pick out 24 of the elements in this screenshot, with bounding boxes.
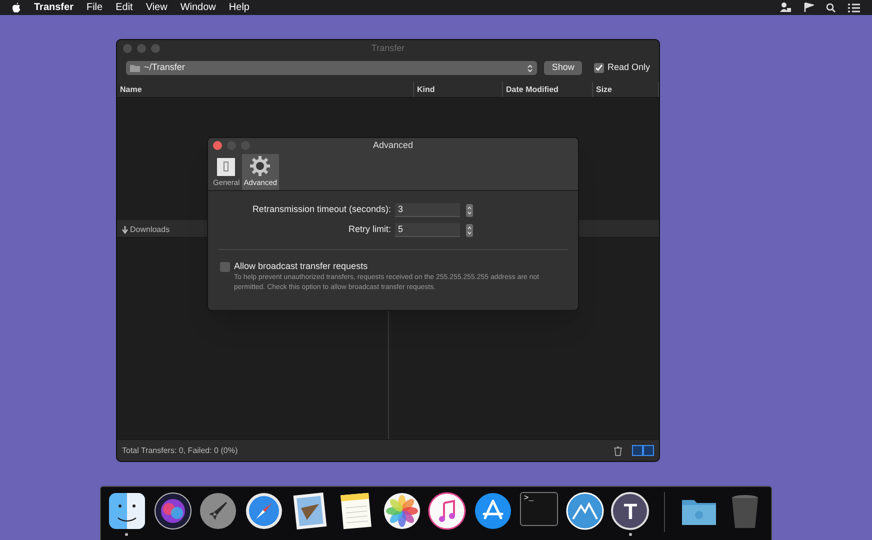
column-heading[interactable]: Date Modified bbox=[503, 82, 593, 97]
menu-item[interactable]: Edit bbox=[116, 0, 133, 15]
broadcast-label: Allow broadcast transfer requests bbox=[234, 261, 369, 272]
menu-item[interactable]: Window bbox=[180, 0, 216, 15]
column-heading[interactable]: Name bbox=[117, 82, 414, 97]
column-heading[interactable]: Kind bbox=[414, 82, 503, 97]
field-label: Retransmission timeout (seconds): bbox=[251, 203, 392, 216]
show-button[interactable]: Show bbox=[544, 61, 582, 75]
number-field[interactable]: 5 bbox=[395, 223, 460, 237]
window-title: Transfer bbox=[371, 42, 405, 55]
number-field[interactable]: 3 bbox=[395, 203, 460, 217]
status-text: Total Transfers: 0, Failed: 0 (0%) bbox=[122, 444, 238, 456]
menu-item[interactable]: File bbox=[86, 0, 103, 15]
read-only-label: Read Only bbox=[607, 61, 650, 74]
menu-item[interactable]: Help bbox=[228, 0, 250, 15]
dialog-title: Advanced bbox=[372, 138, 414, 152]
path-popup[interactable]: ~/Transfer bbox=[126, 61, 537, 75]
terminal-icon[interactable]: >_ bbox=[520, 492, 558, 526]
column-heading[interactable]: Size bbox=[593, 82, 659, 97]
downloads-label[interactable]: Downloads bbox=[130, 224, 170, 236]
letter-app-icon[interactable]: T bbox=[611, 492, 650, 530]
app-menu[interactable]: Transfer bbox=[34, 0, 74, 15]
field-label: Retry limit: bbox=[348, 223, 392, 236]
menu-item[interactable]: View bbox=[146, 0, 168, 15]
